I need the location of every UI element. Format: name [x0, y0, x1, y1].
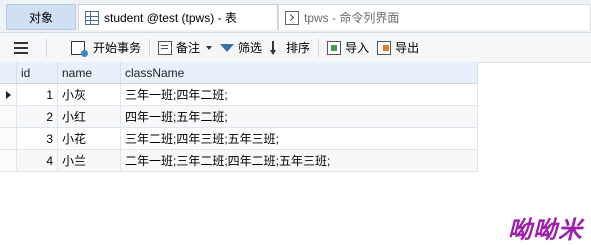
- column-header-id[interactable]: id: [17, 62, 58, 84]
- row-indicator: [0, 128, 17, 150]
- cell-name[interactable]: 小红: [58, 106, 121, 128]
- sort-icon: [270, 40, 282, 55]
- import-label: 导入: [345, 41, 370, 55]
- cell-id[interactable]: 2: [17, 106, 58, 128]
- sort-label: 排序: [286, 41, 311, 55]
- tab-objects[interactable]: 对象: [6, 4, 76, 30]
- cell-name[interactable]: 小兰: [58, 150, 121, 172]
- memo-label: 备注: [176, 41, 201, 55]
- column-header-classname[interactable]: className: [121, 62, 478, 84]
- tab-student-table-label: student @test (tpws) - 表: [104, 11, 237, 25]
- export-label: 导出: [395, 41, 420, 55]
- export-button[interactable]: 导出: [373, 36, 423, 60]
- transaction-icon: [71, 40, 88, 57]
- cell-classname[interactable]: 三年二班;四年三班;五年三班;: [121, 128, 478, 150]
- table-grid-icon: [85, 10, 99, 25]
- tab-student-table[interactable]: student @test (tpws) - 表: [78, 4, 278, 30]
- watermark-text: 呦呦米: [508, 215, 583, 244]
- tab-objects-label: 对象: [28, 10, 53, 25]
- memo-icon: [158, 40, 173, 55]
- chevron-down-icon[interactable]: [206, 45, 213, 50]
- console-icon: [285, 10, 299, 25]
- table-row[interactable]: 4 小兰 二年一班;三年二班;四年二班;五年三班;: [0, 150, 478, 172]
- export-icon: [377, 40, 392, 55]
- toolbar: 开始事务 备注 筛选 排序 导入 导出: [0, 33, 591, 63]
- cell-classname[interactable]: 三年一班;四年二班;: [121, 84, 478, 106]
- row-indicator: [0, 106, 17, 128]
- row-indicator: [0, 84, 17, 106]
- import-button[interactable]: 导入: [323, 36, 373, 60]
- toolbar-divider: [318, 38, 320, 57]
- grid-header-row: id name className: [0, 62, 478, 84]
- cell-classname[interactable]: 二年一班;三年二班;四年二班;五年三班;: [121, 150, 478, 172]
- cell-name[interactable]: 小灰: [58, 84, 121, 106]
- filter-icon: [220, 43, 235, 52]
- tab-console-label: tpws - 命令列界面: [304, 11, 400, 25]
- toolbar-divider: [46, 38, 47, 57]
- tab-bar: 对象 student @test (tpws) - 表 tpws - 命令列界面: [0, 0, 591, 33]
- toolbar-divider: [149, 38, 151, 57]
- begin-transaction-label: 开始事务: [93, 41, 142, 55]
- sort-button[interactable]: 排序: [266, 36, 314, 60]
- column-header-name[interactable]: name: [58, 62, 121, 84]
- filter-button[interactable]: 筛选: [216, 36, 266, 60]
- import-icon: [327, 40, 342, 55]
- hamburger-menu-icon: [14, 41, 28, 54]
- cell-id[interactable]: 1: [17, 84, 58, 106]
- current-row-pointer-icon: [6, 91, 11, 99]
- row-indicator-header: [0, 62, 17, 84]
- menu-button[interactable]: [0, 36, 42, 60]
- table-row[interactable]: 1 小灰 三年一班;四年二班;: [0, 84, 478, 106]
- begin-transaction-button[interactable]: 开始事务: [51, 36, 145, 60]
- row-indicator: [0, 150, 17, 172]
- memo-button[interactable]: 备注: [154, 36, 216, 60]
- table-row[interactable]: 3 小花 三年二班;四年三班;五年三班;: [0, 128, 478, 150]
- filter-label: 筛选: [238, 41, 263, 55]
- cell-id[interactable]: 3: [17, 128, 58, 150]
- cell-id[interactable]: 4: [17, 150, 58, 172]
- cell-classname[interactable]: 四年一班;五年二班;: [121, 106, 478, 128]
- table-row[interactable]: 2 小红 四年一班;五年二班;: [0, 106, 478, 128]
- cell-name[interactable]: 小花: [58, 128, 121, 150]
- tab-console[interactable]: tpws - 命令列界面: [278, 4, 591, 30]
